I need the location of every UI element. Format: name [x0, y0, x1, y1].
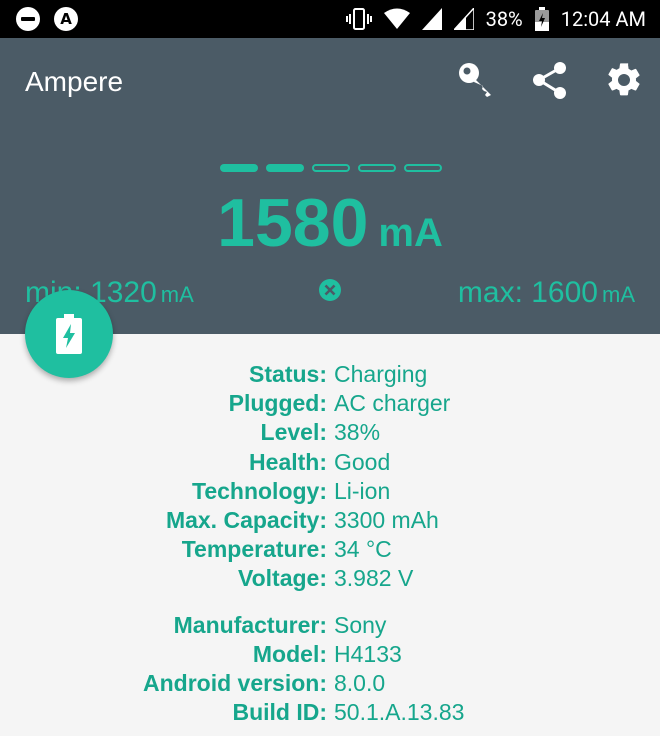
current-unit: mA [378, 211, 443, 255]
info-row-build: Build ID: 50.1.A.13.83 [0, 698, 660, 727]
info-value: 3300 mAh [334, 507, 439, 534]
wifi-icon [383, 8, 410, 30]
max-unit: mA [602, 282, 635, 307]
info-row-health: Health: Good [0, 448, 660, 477]
info-value: Good [334, 448, 391, 475]
auto-icon: A [54, 7, 78, 31]
current-reading: 1580 mA [0, 184, 660, 262]
page-dot-3[interactable] [312, 164, 350, 172]
info-label: Model: [252, 640, 327, 667]
status-bar: A 38% 12:04 AM [0, 0, 660, 38]
info-label: Build ID: [232, 699, 327, 726]
page-dot-1[interactable] [220, 164, 258, 172]
info-row-capacity: Max. Capacity: 3300 mAh [0, 506, 660, 535]
close-circle-icon [319, 279, 341, 301]
max-value: max: 1600 [457, 276, 598, 309]
toolbar-actions [456, 60, 644, 100]
battery-percent: 38% [485, 7, 523, 31]
battery-charging-icon [534, 7, 549, 31]
max-reading: max: 1600 mA [458, 276, 635, 310]
info-label: Level: [260, 419, 327, 446]
info-value: 34 °C [334, 536, 392, 563]
page-dot-4[interactable] [358, 164, 396, 172]
info-value: 38% [334, 419, 381, 446]
settings-button[interactable] [604, 60, 644, 100]
info-row-android: Android version: 8.0.0 [0, 669, 660, 698]
info-label: Status: [249, 361, 327, 388]
cell-signal-icon [421, 8, 442, 30]
info-row-status: Status: Charging [0, 360, 660, 389]
clock: 12:04 AM [560, 7, 646, 31]
info-row-technology: Technology: Li-ion [0, 477, 660, 506]
page-dot-2[interactable] [266, 164, 304, 172]
info-label: Max. Capacity: [165, 507, 327, 534]
vibrate-icon [345, 7, 372, 31]
info-row-level: Level: 38% [0, 418, 660, 447]
battery-info-list: Status: Charging Plugged: AC charger Level… [0, 360, 660, 727]
info-label: Plugged: [228, 390, 327, 417]
info-row-voltage: Voltage: 3.982 V [0, 564, 660, 593]
info-value: AC charger [334, 390, 451, 417]
info-label: Temperature: [181, 536, 327, 563]
info-label: Health: [249, 448, 327, 475]
info-row-plugged: Plugged: AC charger [0, 389, 660, 418]
gear-icon [608, 63, 640, 96]
page-dot-5[interactable] [404, 164, 442, 172]
info-label: Technology: [191, 477, 327, 504]
share-button[interactable] [530, 60, 570, 100]
info-label: Voltage: [237, 565, 327, 592]
info-value: Li-ion [334, 477, 391, 504]
app-title: Ampere [25, 66, 124, 97]
info-value: Sony [334, 611, 387, 638]
app-header: Ampere 1580 mA min: 1320 mA max: 1600 mA [0, 38, 660, 334]
min-unit: mA [160, 282, 194, 307]
info-value: 8.0.0 [334, 669, 386, 696]
info-value: 50.1.A.13.83 [334, 699, 465, 726]
reset-minmax-button[interactable] [318, 278, 342, 302]
page-indicator [220, 164, 442, 172]
key-button[interactable] [456, 60, 496, 100]
info-value: Charging [334, 361, 428, 388]
key-icon [459, 63, 491, 97]
current-value: 1580 [217, 185, 369, 261]
cell-signal-2-icon [453, 8, 474, 30]
battery-charging-icon [56, 314, 82, 354]
info-row-manufacturer: Manufacturer: Sony [0, 611, 660, 640]
info-label: Manufacturer: [173, 611, 327, 638]
info-row-model: Model: H4133 [0, 640, 660, 669]
share-icon [533, 62, 566, 99]
info-row-temperature: Temperature: 34 °C [0, 535, 660, 564]
info-label: Android version: [142, 669, 327, 696]
info-value: H4133 [334, 640, 402, 667]
info-value: 3.982 V [334, 565, 414, 592]
do-not-disturb-icon [16, 7, 40, 31]
